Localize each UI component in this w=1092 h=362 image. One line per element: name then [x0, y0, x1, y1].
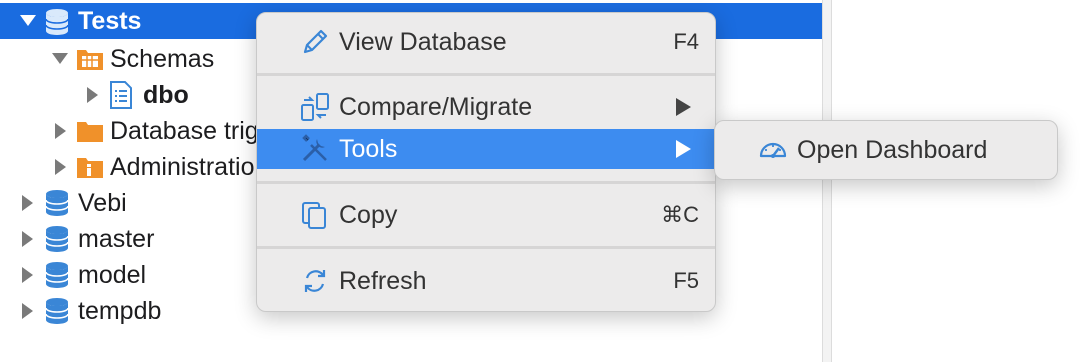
schema-doc-icon: [110, 81, 132, 109]
compare-icon: [301, 93, 329, 121]
menu-item-open-dashboard[interactable]: Open Dashboard: [715, 130, 1057, 170]
submenu-arrow-icon: [676, 98, 691, 116]
folder-icon: [77, 122, 103, 142]
collapse-arrow-icon[interactable]: [52, 53, 68, 64]
menu-item-tools[interactable]: Tools: [257, 129, 715, 169]
collapse-arrow-icon[interactable]: [20, 15, 36, 26]
shortcut-label: F5: [673, 268, 699, 293]
menu-item-label: Open Dashboard: [797, 136, 988, 164]
menu-item-compare-migrate[interactable]: Compare/Migrate: [257, 87, 715, 127]
menu-item-label: Refresh: [339, 267, 427, 295]
submenu-arrow-icon: [676, 140, 691, 158]
menu-separator: [257, 73, 715, 76]
database-icon: [45, 226, 69, 252]
menu-item-label: Tools: [339, 135, 398, 163]
refresh-icon: [304, 270, 326, 292]
context-menu: View Database F4 Compare/Migrate Tools C…: [256, 12, 716, 312]
expand-arrow-icon[interactable]: [22, 195, 33, 211]
copy-icon: [302, 202, 326, 229]
menu-item-view-database[interactable]: View Database F4: [257, 22, 715, 62]
database-icon: [45, 262, 69, 288]
tree-item-label: Tests: [78, 7, 142, 35]
database-icon: [45, 190, 69, 216]
tools-icon: [302, 134, 327, 162]
shortcut-label: ⌘C: [661, 202, 699, 227]
tree-item-label: dbo: [143, 81, 189, 109]
expand-arrow-icon[interactable]: [22, 231, 33, 247]
tree-item-label: Schemas: [110, 45, 215, 73]
expand-arrow-icon[interactable]: [55, 159, 66, 175]
dashboard-gauge-icon: [759, 142, 787, 158]
tree-item-label: master: [78, 225, 155, 253]
expand-arrow-icon[interactable]: [22, 303, 33, 319]
expand-arrow-icon[interactable]: [87, 87, 98, 103]
tree-item-label: Vebi: [78, 189, 127, 217]
pencil-icon: [303, 29, 328, 54]
tree-item-label: Administration: [110, 153, 269, 181]
menu-separator: [257, 181, 715, 184]
tree-item-label: model: [78, 261, 147, 289]
menu-item-label: Copy: [339, 201, 398, 229]
tree-item-label: tempdb: [78, 297, 162, 325]
pane-splitter[interactable]: [822, 0, 832, 362]
shortcut-label: F4: [673, 29, 699, 54]
admin-folder-icon: [77, 158, 103, 178]
menu-item-label: Compare/Migrate: [339, 93, 533, 121]
menu-item-label: View Database: [339, 28, 507, 56]
schemas-folder-icon: [77, 50, 103, 70]
expand-arrow-icon[interactable]: [22, 267, 33, 283]
tools-submenu: Open Dashboard: [714, 120, 1058, 180]
menu-item-copy[interactable]: Copy ⌘C: [257, 195, 715, 235]
database-icon: [45, 298, 69, 324]
expand-arrow-icon[interactable]: [55, 123, 66, 139]
menu-separator: [257, 246, 715, 249]
database-icon: [45, 9, 69, 35]
detail-pane: [832, 0, 1092, 362]
menu-item-refresh[interactable]: Refresh F5: [257, 261, 715, 301]
